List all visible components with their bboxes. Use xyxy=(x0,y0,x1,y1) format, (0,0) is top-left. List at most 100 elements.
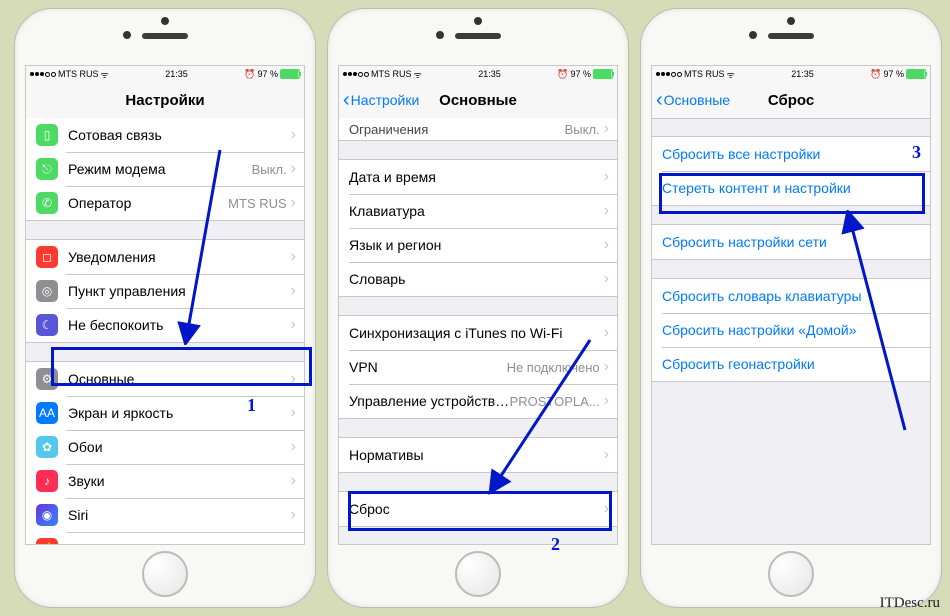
step-3: 3 xyxy=(912,142,921,163)
ic-wall-icon: ✿ xyxy=(36,436,58,458)
group-reset: Сброс › xyxy=(339,491,617,527)
row-conn-2[interactable]: ✆ Оператор MTS RUS › xyxy=(26,186,304,220)
row-gen-5[interactable]: ☝ Touch ID и код-пароль › xyxy=(26,532,304,544)
row-label: VPN xyxy=(349,359,507,375)
carrier-label: MTS RUS xyxy=(58,69,99,79)
speaker-slot xyxy=(142,33,188,39)
row-label: Сбросить настройки сети xyxy=(662,234,922,250)
ic-hot-icon: ⎋ xyxy=(36,158,58,180)
row-label: Сбросить все настройки xyxy=(662,146,922,162)
chevron-right-icon: › xyxy=(291,316,296,334)
nav-bar: ‹ Настройки Основные xyxy=(339,82,617,119)
chevron-right-icon: › xyxy=(291,472,296,490)
ic-siri-icon: ◉ xyxy=(36,504,58,526)
group-reset-all: Сбросить все настройки Стереть контент и… xyxy=(652,136,930,206)
status-bar: MTS RUS ᯤ 21:35 ⏰ 97 % xyxy=(339,66,617,82)
phone-2: MTS RUS ᯤ 21:35 ⏰ 97 % ‹ Настройки Основ… xyxy=(327,8,629,608)
group-general: ⚙ Основные › AA Экран и яркость › ✿ Обои… xyxy=(26,361,304,544)
home-button[interactable] xyxy=(142,551,188,597)
general-list[interactable]: Ограничения Выкл. › Дата и время › Клави… xyxy=(339,118,617,544)
group-regulatory: Нормативы › xyxy=(339,437,617,473)
home-button[interactable] xyxy=(455,551,501,597)
clock: 21:35 xyxy=(165,69,188,79)
chevron-right-icon: › xyxy=(291,438,296,456)
row-reg-0[interactable]: Нормативы › xyxy=(339,438,617,472)
row-dt-0[interactable]: Дата и время › xyxy=(339,160,617,194)
row-gen-2[interactable]: ✿ Обои › xyxy=(26,430,304,464)
row-r2-0[interactable]: Сбросить настройки сети xyxy=(652,225,930,259)
status-bar: MTS RUS ᯤ 21:35 ⏰ 97 % xyxy=(652,66,930,82)
row-label: Язык и регион xyxy=(349,237,604,253)
row-value: Выкл. xyxy=(252,162,287,177)
home-button[interactable] xyxy=(768,551,814,597)
row-label: Стереть контент и настройки xyxy=(662,180,922,196)
row-gen-3[interactable]: ♪ Звуки › xyxy=(26,464,304,498)
row-r3-2[interactable]: Сбросить геонастройки xyxy=(652,347,930,381)
chevron-right-icon: › xyxy=(291,540,296,544)
speaker-slot xyxy=(768,33,814,39)
row-conn-1[interactable]: ⎋ Режим модема Выкл. › xyxy=(26,152,304,186)
row-r1-0[interactable]: Сбросить все настройки xyxy=(652,137,930,171)
row-sync-1[interactable]: VPN Не подключено › xyxy=(339,350,617,384)
row-label: Сотовая связь xyxy=(68,127,291,143)
row-gen-4[interactable]: ◉ Siri › xyxy=(26,498,304,532)
group-reset-net: Сбросить настройки сети xyxy=(652,224,930,260)
row-label: Обои xyxy=(68,439,291,455)
row-value: PROSTOPLA... xyxy=(510,394,600,409)
row-gen-1[interactable]: AA Экран и яркость › xyxy=(26,396,304,430)
row-restrictions[interactable]: Ограничения Выкл. › xyxy=(339,118,617,140)
back-button[interactable]: ‹ Основные xyxy=(652,90,730,110)
row-label: Звуки xyxy=(68,473,291,489)
camera-dot xyxy=(436,31,444,39)
step-2: 2 xyxy=(551,534,560,555)
nav-bar: ‹ Основные Сброс xyxy=(652,82,930,119)
wifi-icon: ᯤ xyxy=(414,68,422,81)
row-label: Сброс xyxy=(349,501,604,517)
row-label: Клавиатура xyxy=(349,203,604,219)
ic-cc-icon: ◎ xyxy=(36,280,58,302)
ic-car-icon: ✆ xyxy=(36,192,58,214)
ic-gen-icon: ⚙ xyxy=(36,368,58,390)
camera-dot xyxy=(749,31,757,39)
row-gen-0[interactable]: ⚙ Основные › xyxy=(26,362,304,396)
row-label: Словарь xyxy=(349,271,604,287)
reset-list[interactable]: Сбросить все настройки Стереть контент и… xyxy=(652,118,930,544)
row-r3-1[interactable]: Сбросить настройки «Домой» xyxy=(652,313,930,347)
camera-dot xyxy=(123,31,131,39)
clock: 21:35 xyxy=(791,69,814,79)
row-notif-2[interactable]: ☾ Не беспокоить › xyxy=(26,308,304,342)
chevron-right-icon: › xyxy=(291,282,296,300)
page-title: Настройки xyxy=(26,92,304,109)
alarm-icon: ⏰ xyxy=(870,69,881,80)
row-dt-2[interactable]: Язык и регион › xyxy=(339,228,617,262)
chevron-right-icon: › xyxy=(291,404,296,422)
row-label: Режим модема xyxy=(68,161,252,177)
battery-pct: 97 % xyxy=(570,69,591,79)
row-r3-0[interactable]: Сбросить словарь клавиатуры xyxy=(652,279,930,313)
group-datetime: Дата и время › Клавиатура › Язык и регио… xyxy=(339,159,617,297)
back-button[interactable]: ‹ Настройки xyxy=(339,90,419,110)
chevron-right-icon: › xyxy=(604,392,609,410)
row-notif-0[interactable]: ◻ Уведомления › xyxy=(26,240,304,274)
screen-3: MTS RUS ᯤ 21:35 ⏰ 97 % ‹ Основные Сброс … xyxy=(651,65,931,545)
ic-dnd-icon: ☾ xyxy=(36,314,58,336)
row-reset-0[interactable]: Сброс › xyxy=(339,492,617,526)
row-label: Нормативы xyxy=(349,447,604,463)
settings-list[interactable]: ▯ Сотовая связь › ⎋ Режим модема Выкл. ›… xyxy=(26,118,304,544)
nav-bar: Настройки xyxy=(26,82,304,119)
status-bar: MTS RUS ᯤ 21:35 ⏰ 97 % xyxy=(26,66,304,82)
row-r1-1[interactable]: Стереть контент и настройки xyxy=(652,171,930,205)
row-dt-1[interactable]: Клавиатура › xyxy=(339,194,617,228)
row-label: Сбросить словарь клавиатуры xyxy=(662,288,922,304)
row-sync-0[interactable]: Синхронизация с iTunes по Wi-Fi › xyxy=(339,316,617,350)
chevron-right-icon: › xyxy=(291,506,296,524)
row-conn-0[interactable]: ▯ Сотовая связь › xyxy=(26,118,304,152)
row-dt-3[interactable]: Словарь › xyxy=(339,262,617,296)
battery-pct: 97 % xyxy=(257,69,278,79)
row-notif-1[interactable]: ◎ Пункт управления › xyxy=(26,274,304,308)
row-sync-2[interactable]: Управление устройством PROSTOPLA... › xyxy=(339,384,617,418)
chevron-right-icon: › xyxy=(291,126,296,144)
chevron-right-icon: › xyxy=(604,120,609,138)
alarm-icon: ⏰ xyxy=(244,69,255,80)
group-partial: Ограничения Выкл. › xyxy=(339,118,617,141)
